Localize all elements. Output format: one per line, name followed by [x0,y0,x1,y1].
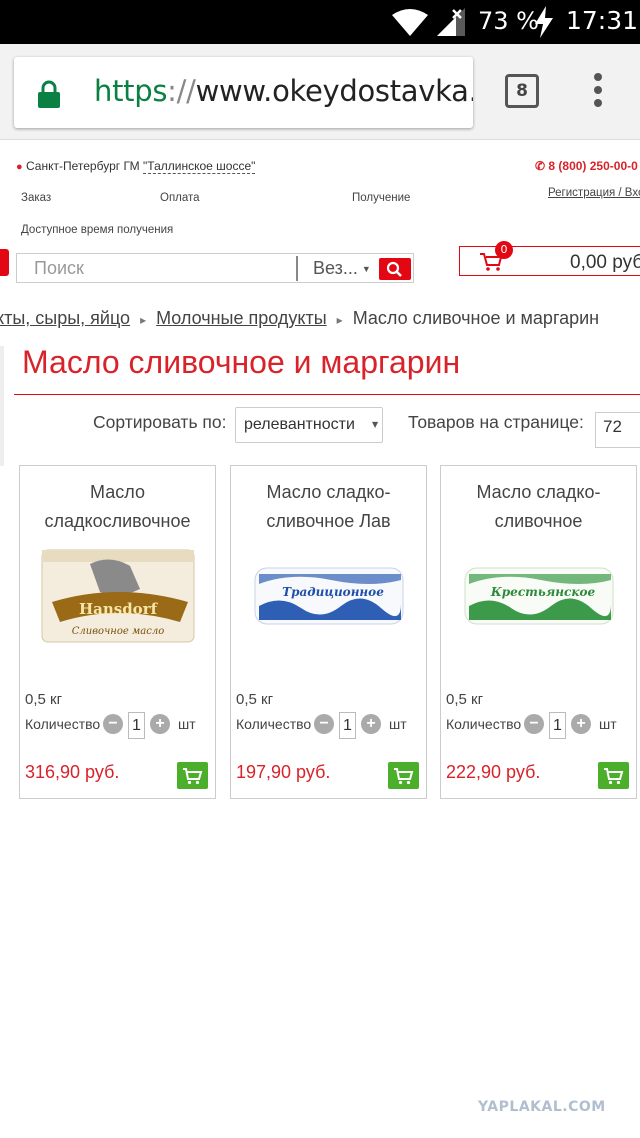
product-image[interactable]: Традиционное [241,544,417,650]
increment-button[interactable]: + [571,714,591,734]
decrement-button[interactable]: − [524,714,544,734]
cart-icon [604,768,624,785]
product-image-caption: Сливочное масло [72,626,164,637]
status-bar: 73 % 17:31 [0,0,640,44]
url-separator: :// [167,74,196,108]
search-button[interactable] [379,258,411,280]
phone-icon: ✆ [535,159,546,173]
decrement-button[interactable]: − [103,714,123,734]
nav-order[interactable]: Заказ [21,192,51,204]
cart-total: 0,00 руб [570,252,640,273]
location-store-link[interactable]: "Таллинское шоссе" [143,159,256,174]
nav-delivery[interactable]: Получение [352,192,410,204]
product-weight: 0,5 кг [236,691,274,708]
product-image-brand: Крестьянское [490,585,596,599]
search-divider [296,256,298,281]
battery-charging-icon [535,6,553,38]
quantity-input[interactable]: 1 [549,712,566,739]
sort-label: Сортировать по: [93,412,227,432]
cart-icon [183,768,203,785]
catalog-menu-button[interactable] [0,249,9,276]
product-card[interactable]: Масло сладко-сливочное Лав Традиционное … [230,465,427,799]
sort-select[interactable]: релевантности ▼ [235,407,383,443]
nav-payment[interactable]: Оплата [160,192,200,204]
sort-value: релевантности [244,416,355,433]
title-divider [14,394,640,395]
search-scope-select[interactable]: Вез... ▼ [313,258,371,279]
url-text: https://www.okeydostavka.ru/s [94,74,473,108]
store-location[interactable]: ● Санкт-Петербург ГМ "Таллинское шоссе" [16,159,256,174]
cell-signal-icon [437,8,465,36]
quantity-unit: шт [178,716,196,732]
clock: 17:31 [566,6,639,35]
product-card[interactable]: Масло сладкосливочное Hansdorf Сливочное… [19,465,216,799]
increment-button[interactable]: + [150,714,170,734]
chevron-down-icon: ▼ [361,264,371,275]
decrement-button[interactable]: − [314,714,334,734]
product-title[interactable]: Масло сладко-сливочное [441,478,636,536]
lock-icon [38,80,60,108]
breadcrumb-link[interactable]: Молочные продукты [156,308,327,328]
breadcrumb-link[interactable]: кты, сыры, яйцо [0,308,130,328]
header-cart[interactable]: 0 0,00 руб [459,241,640,276]
search-scope-value: Вез... [313,258,358,278]
page-content: ● Санкт-Петербург ГМ "Таллинское шоссе" … [0,140,640,1138]
product-title[interactable]: Масло сладко-сливочное Лав [231,478,426,536]
url-host: www.okeydostavka.ru [195,74,473,108]
product-price: 197,90 руб. [236,762,331,782]
quantity-label: Количество [25,716,101,732]
add-to-cart-button[interactable] [598,762,629,789]
chevron-down-icon: ▼ [372,420,379,429]
search-input[interactable]: Поиск [34,258,84,279]
product-image[interactable]: Hansdorf Сливочное масло [30,544,206,650]
quantity-input[interactable]: 1 [128,712,145,739]
quantity-input[interactable]: 1 [339,712,356,739]
cart-count-badge: 0 [495,241,513,259]
product-image[interactable]: Крестьянское [451,544,627,650]
breadcrumb-current: Масло сливочное и маргарин [352,308,600,328]
product-image-brand: Традиционное [282,585,384,599]
breadcrumb-separator: ▸ [140,313,147,327]
quantity-unit: шт [389,716,407,732]
overflow-menu-icon[interactable] [592,73,604,111]
phone-number[interactable]: ✆ 8 (800) 250-00-0 [535,159,638,173]
browser-toolbar: https://www.okeydostavka.ru/s 8 [0,44,640,140]
quantity-label: Количество [236,716,312,732]
add-to-cart-button[interactable] [388,762,419,789]
cart-icon [394,768,414,785]
increment-button[interactable]: + [361,714,381,734]
per-page-select[interactable]: 72 [595,412,640,448]
wifi-icon [392,9,428,36]
breadcrumb-separator: ▸ [336,313,343,327]
register-login-link[interactable]: Регистрация / Вход [548,187,640,199]
location-pin-icon: ● [16,161,23,173]
product-price: 222,90 руб. [446,762,541,782]
search-icon [386,261,402,277]
page-title: Масло сливочное и маргарин [22,344,461,380]
available-time-link[interactable]: Доступное время получения [21,224,173,236]
phone-text: 8 (800) 250-00-0 [548,159,638,173]
breadcrumb: кты, сыры, яйцо ▸ Молочные продукты ▸ Масло … [0,308,599,329]
quantity-unit: шт [599,716,617,732]
url-scheme: https [94,74,168,108]
product-weight: 0,5 кг [25,691,63,708]
product-price: 316,90 руб. [25,762,120,782]
sidebar-edge [0,346,4,466]
quantity-label: Количество [446,716,522,732]
watermark: YAPLAKAL.COM [478,1099,606,1115]
product-title[interactable]: Масло сладкосливочное [20,478,215,536]
location-city: Санкт-Петербург ГМ [26,159,140,173]
address-bar[interactable]: https://www.okeydostavka.ru/s [14,57,473,128]
product-weight: 0,5 кг [446,691,484,708]
battery-percent: 73 % [478,7,539,35]
add-to-cart-button[interactable] [177,762,208,789]
per-page-label: Товаров на странице: [408,412,584,432]
tab-switcher-button[interactable]: 8 [505,74,539,108]
search-bar: Поиск Вез... ▼ [16,253,414,283]
product-card[interactable]: Масло сладко-сливочное Крестьянское 0,5 … [440,465,637,799]
product-image-brand: Hansdorf [79,600,159,618]
per-page-value: 72 [603,417,622,436]
